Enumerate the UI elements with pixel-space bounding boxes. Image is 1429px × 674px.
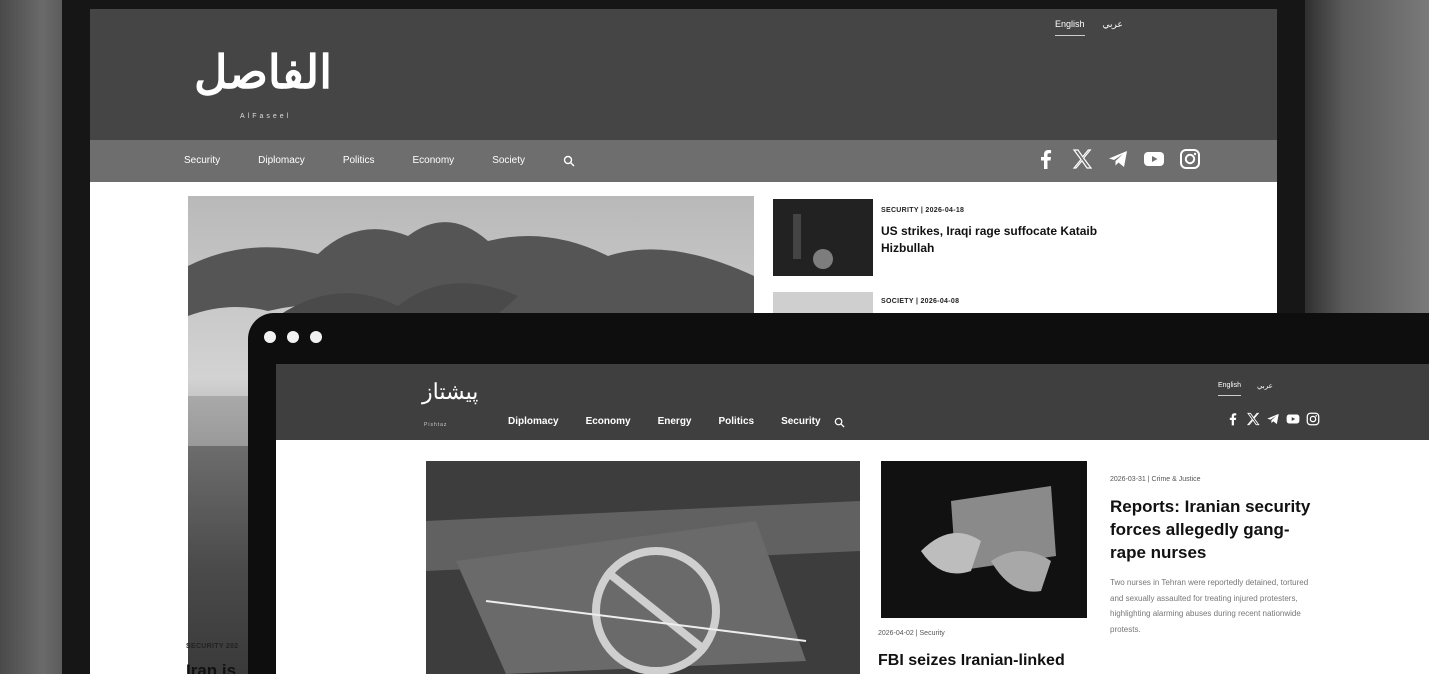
hero-meta: SECURITY 202 — [186, 643, 239, 650]
window-dot — [264, 331, 276, 343]
featured-article-excerpt: Two nurses in Tehran were reportedly det… — [1110, 578, 1309, 634]
article-title-line: Hizbullah — [881, 241, 935, 255]
site-logo[interactable]: الفاصل — [194, 45, 332, 99]
article-title[interactable]: US strikes, Iraqi rage suffocate Kataib … — [881, 223, 1161, 257]
nav-item-economy[interactable]: Economy — [586, 416, 631, 428]
lang-english-link[interactable]: English — [1218, 382, 1241, 396]
nav-item-politics[interactable]: Politics — [719, 416, 755, 428]
x-icon[interactable] — [1246, 412, 1260, 426]
instagram-icon[interactable] — [1306, 412, 1320, 426]
youtube-icon[interactable] — [1143, 148, 1165, 170]
telegram-icon[interactable] — [1107, 148, 1129, 170]
window-dot — [310, 331, 322, 343]
instagram-icon[interactable] — [1179, 148, 1201, 170]
x-icon[interactable] — [1071, 148, 1093, 170]
nav-item-society[interactable]: Society — [492, 155, 525, 167]
hero-title[interactable]: Iran is — [186, 661, 236, 674]
facebook-icon[interactable] — [1035, 148, 1057, 170]
site-header: الفاصل AlFaseel English عربي — [90, 9, 1277, 140]
search-icon[interactable] — [563, 155, 575, 167]
nav-item-energy[interactable]: Energy — [658, 416, 692, 428]
article-meta: SOCIETY | 2026-04-08 — [881, 298, 960, 305]
social-links — [1035, 148, 1201, 170]
featured-article-title[interactable]: Reports: Iranian security forces alleged… — [1110, 495, 1320, 564]
facebook-icon[interactable] — [1226, 412, 1240, 426]
article-thumbnail[interactable] — [881, 461, 1087, 618]
article-meta: 2026-04-02 | Security — [878, 630, 945, 637]
youtube-icon[interactable] — [1286, 412, 1300, 426]
article-thumbnail[interactable] — [773, 199, 873, 276]
hero-image[interactable] — [426, 461, 860, 674]
article-meta: 2026-03-31 | Crime & Justice — [1110, 476, 1201, 483]
nav-item-economy[interactable]: Economy — [413, 155, 455, 167]
lang-arabic-link[interactable]: عربي — [1103, 19, 1123, 36]
lang-english-link[interactable]: English — [1055, 19, 1085, 36]
site-header: پیشتاز Pishtaz Diplomacy Economy Energy … — [276, 364, 1429, 440]
article-meta: SECURITY | 2026-04-18 — [881, 207, 965, 214]
nav-item-diplomacy[interactable]: Diplomacy — [508, 416, 559, 428]
social-links — [1226, 412, 1320, 426]
nav-item-diplomacy[interactable]: Diplomacy — [258, 155, 305, 167]
nav-item-security[interactable]: Security — [184, 155, 220, 167]
main-nav: Security Diplomacy Politics Economy Soci… — [90, 140, 1277, 182]
front-laptop-screen: پیشتاز Pishtaz Diplomacy Economy Energy … — [276, 364, 1429, 674]
nav-item-politics[interactable]: Politics — [343, 155, 375, 167]
window-dot — [287, 331, 299, 343]
window-controls — [264, 331, 322, 343]
nav-item-security[interactable]: Security — [781, 416, 820, 428]
lang-arabic-link[interactable]: عربي — [1257, 382, 1273, 396]
article-title-line: US strikes, Iraqi rage suffocate Kataib — [881, 224, 1098, 238]
article-title[interactable]: FBI seizes Iranian-linked — [878, 652, 1065, 670]
language-switcher: English عربي — [1055, 19, 1123, 36]
search-icon[interactable] — [834, 417, 845, 428]
site-logo-latin: Pishtaz — [424, 422, 448, 428]
language-switcher: English عربي — [1218, 382, 1273, 396]
site-logo[interactable]: پیشتاز — [422, 380, 478, 405]
main-nav: Diplomacy Economy Energy Politics Securi… — [508, 416, 845, 428]
site-logo-latin: AlFaseel — [240, 113, 292, 120]
telegram-icon[interactable] — [1266, 412, 1280, 426]
